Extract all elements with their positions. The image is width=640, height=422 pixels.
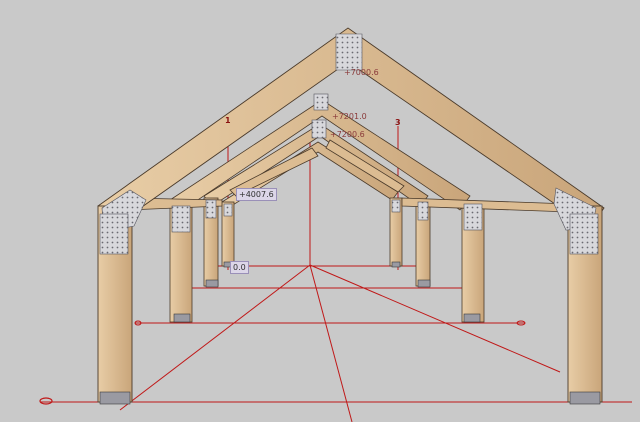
3d-viewport[interactable]: +4007.6 +7000.6 +7201.0 +7200.6 0.0 1 3	[0, 0, 640, 422]
timber-frame-model[interactable]	[0, 0, 640, 422]
mid-elevation-label-b: +7200.6	[330, 130, 365, 139]
ridge-elevation-label: +7000.6	[344, 68, 379, 77]
origin-marker-icon[interactable]	[39, 397, 53, 405]
axis-label-1: 1	[225, 116, 231, 125]
axis-label-3: 3	[395, 118, 401, 127]
purlin-elevation-tag[interactable]: +4007.6	[236, 188, 277, 201]
mid-elevation-label-a: +7201.0	[332, 112, 367, 121]
left-pair-elevation-tag[interactable]: 0.0	[230, 261, 249, 274]
